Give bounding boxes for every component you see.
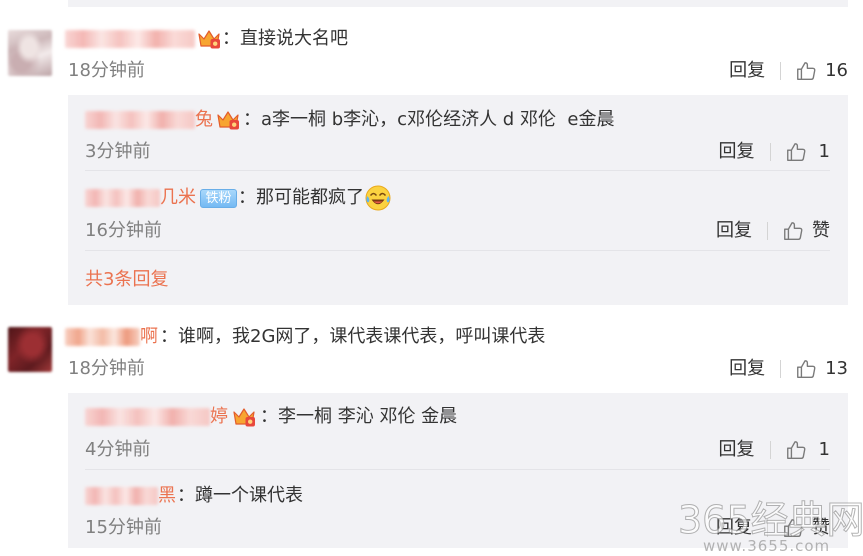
reply-button[interactable]: 回复 (719, 438, 755, 462)
avatar[interactable] (8, 327, 52, 372)
comment-list: ：直接说大名吧 18分钟前 回复 16 兔 ：a李一桐 b李沁，c邓伦经济人 d… (0, 0, 863, 556)
action-divider (767, 519, 768, 537)
action-divider (767, 222, 768, 240)
like-button[interactable]: 1 (785, 140, 830, 164)
thumbs-up-icon (785, 141, 807, 163)
reply-time: 16分钟前 (85, 220, 162, 241)
reply-button[interactable]: 回复 (716, 516, 752, 540)
previous-reply-box-edge (68, 0, 848, 7)
action-divider (780, 62, 782, 80)
reply-username[interactable]: 几米 (85, 186, 196, 210)
username-visible-text: 几米 (160, 187, 196, 208)
reply-actions: 回复 1 (719, 140, 830, 164)
reply-content: 几米 铁粉 ：那可能都疯了 (85, 184, 392, 212)
reply-content: 黑 ：蹲一个课代表 (85, 484, 303, 508)
action-divider (769, 441, 771, 459)
comment-time: 18分钟前 (68, 60, 145, 81)
username-visible-text: 兔 (195, 109, 213, 130)
action-divider (780, 360, 782, 378)
reply-content: 兔 ：a李一桐 b李沁，c邓伦经济人 d 邓伦 e金晨 (85, 108, 614, 132)
comment-content: 啊 ：谁啊，我2G网了，课代表课代表，呼叫课代表 (65, 325, 545, 349)
like-count: 1 (818, 439, 830, 460)
reply-actions: 回复 赞 (716, 516, 830, 540)
reply-text: ：蹲一个课代表 (177, 485, 303, 506)
action-divider (769, 143, 771, 161)
more-replies-link[interactable]: 共3条回复 (85, 268, 168, 292)
like-button[interactable]: 1 (785, 438, 830, 462)
reply-separator (85, 469, 830, 470)
reply-time: 15分钟前 (85, 517, 162, 538)
laugh-cry-emoji-icon (364, 184, 392, 212)
comment-actions: 回复 13 (729, 357, 848, 381)
reply-button[interactable]: 回复 (716, 219, 752, 243)
like-button[interactable]: 赞 (782, 516, 830, 540)
reply-time: 4分钟前 (85, 439, 151, 460)
like-count: 16 (825, 60, 848, 81)
like-button[interactable]: 13 (795, 357, 848, 381)
thumbs-up-icon (795, 60, 817, 82)
username-visible-text: 黑 (158, 485, 176, 506)
avatar[interactable] (8, 30, 52, 76)
reply-button[interactable]: 回复 (719, 140, 755, 164)
reply-actions: 回复 赞 (716, 219, 830, 243)
like-button[interactable]: 16 (795, 59, 848, 83)
like-label: 赞 (812, 517, 830, 538)
username-redacted-blur (65, 30, 195, 48)
username-redacted-blur (85, 189, 160, 207)
reply-button[interactable]: 回复 (729, 357, 765, 381)
username-redacted-blur (85, 487, 158, 505)
like-label: 赞 (812, 220, 830, 241)
reply-time: 3分钟前 (85, 141, 151, 162)
comment-content: ：直接说大名吧 (65, 27, 348, 51)
fan-badge[interactable]: 铁粉 (200, 188, 237, 208)
like-button[interactable]: 赞 (782, 219, 830, 243)
thumbs-up-icon (782, 220, 804, 242)
comment-time: 18分钟前 (68, 358, 145, 379)
reply-separator (85, 250, 830, 251)
reply-username[interactable]: 婷 (85, 405, 228, 429)
username-visible-text: 婷 (210, 406, 228, 427)
reply-separator (85, 170, 830, 171)
thumbs-up-icon (795, 358, 817, 380)
reply-content: 婷 ：李一桐 李沁 邓伦 金晨 (85, 405, 457, 429)
username-visible-text: 啊 (140, 326, 158, 347)
reply-username[interactable]: 黑 (85, 484, 176, 508)
reply-text: ：李一桐 李沁 邓伦 金晨 (260, 406, 458, 427)
like-count: 13 (825, 358, 848, 379)
reply-text: ：那可能都疯了 (238, 187, 364, 208)
reply-text: ：a李一桐 b李沁，c邓伦经济人 d 邓伦 e金晨 (243, 109, 615, 130)
comment-text: ：谁啊，我2G网了，课代表课代表，呼叫课代表 (160, 326, 546, 347)
comment-actions: 回复 16 (729, 59, 848, 83)
username-redacted-blur (85, 111, 195, 129)
vip-crown-icon[interactable] (232, 406, 256, 428)
username-redacted-blur (65, 328, 140, 346)
vip-crown-icon[interactable] (216, 109, 240, 131)
comment-username[interactable]: 啊 (65, 325, 158, 349)
comment-username[interactable] (65, 30, 195, 48)
username-redacted-blur (85, 408, 210, 426)
like-count: 1 (818, 141, 830, 162)
thumbs-up-icon (782, 517, 804, 539)
reply-actions: 回复 1 (719, 438, 830, 462)
vip-crown-icon[interactable] (197, 28, 221, 50)
comment-text: ：直接说大名吧 (222, 28, 348, 49)
reply-username[interactable]: 兔 (85, 108, 213, 132)
reply-button[interactable]: 回复 (729, 59, 765, 83)
thumbs-up-icon (785, 439, 807, 461)
